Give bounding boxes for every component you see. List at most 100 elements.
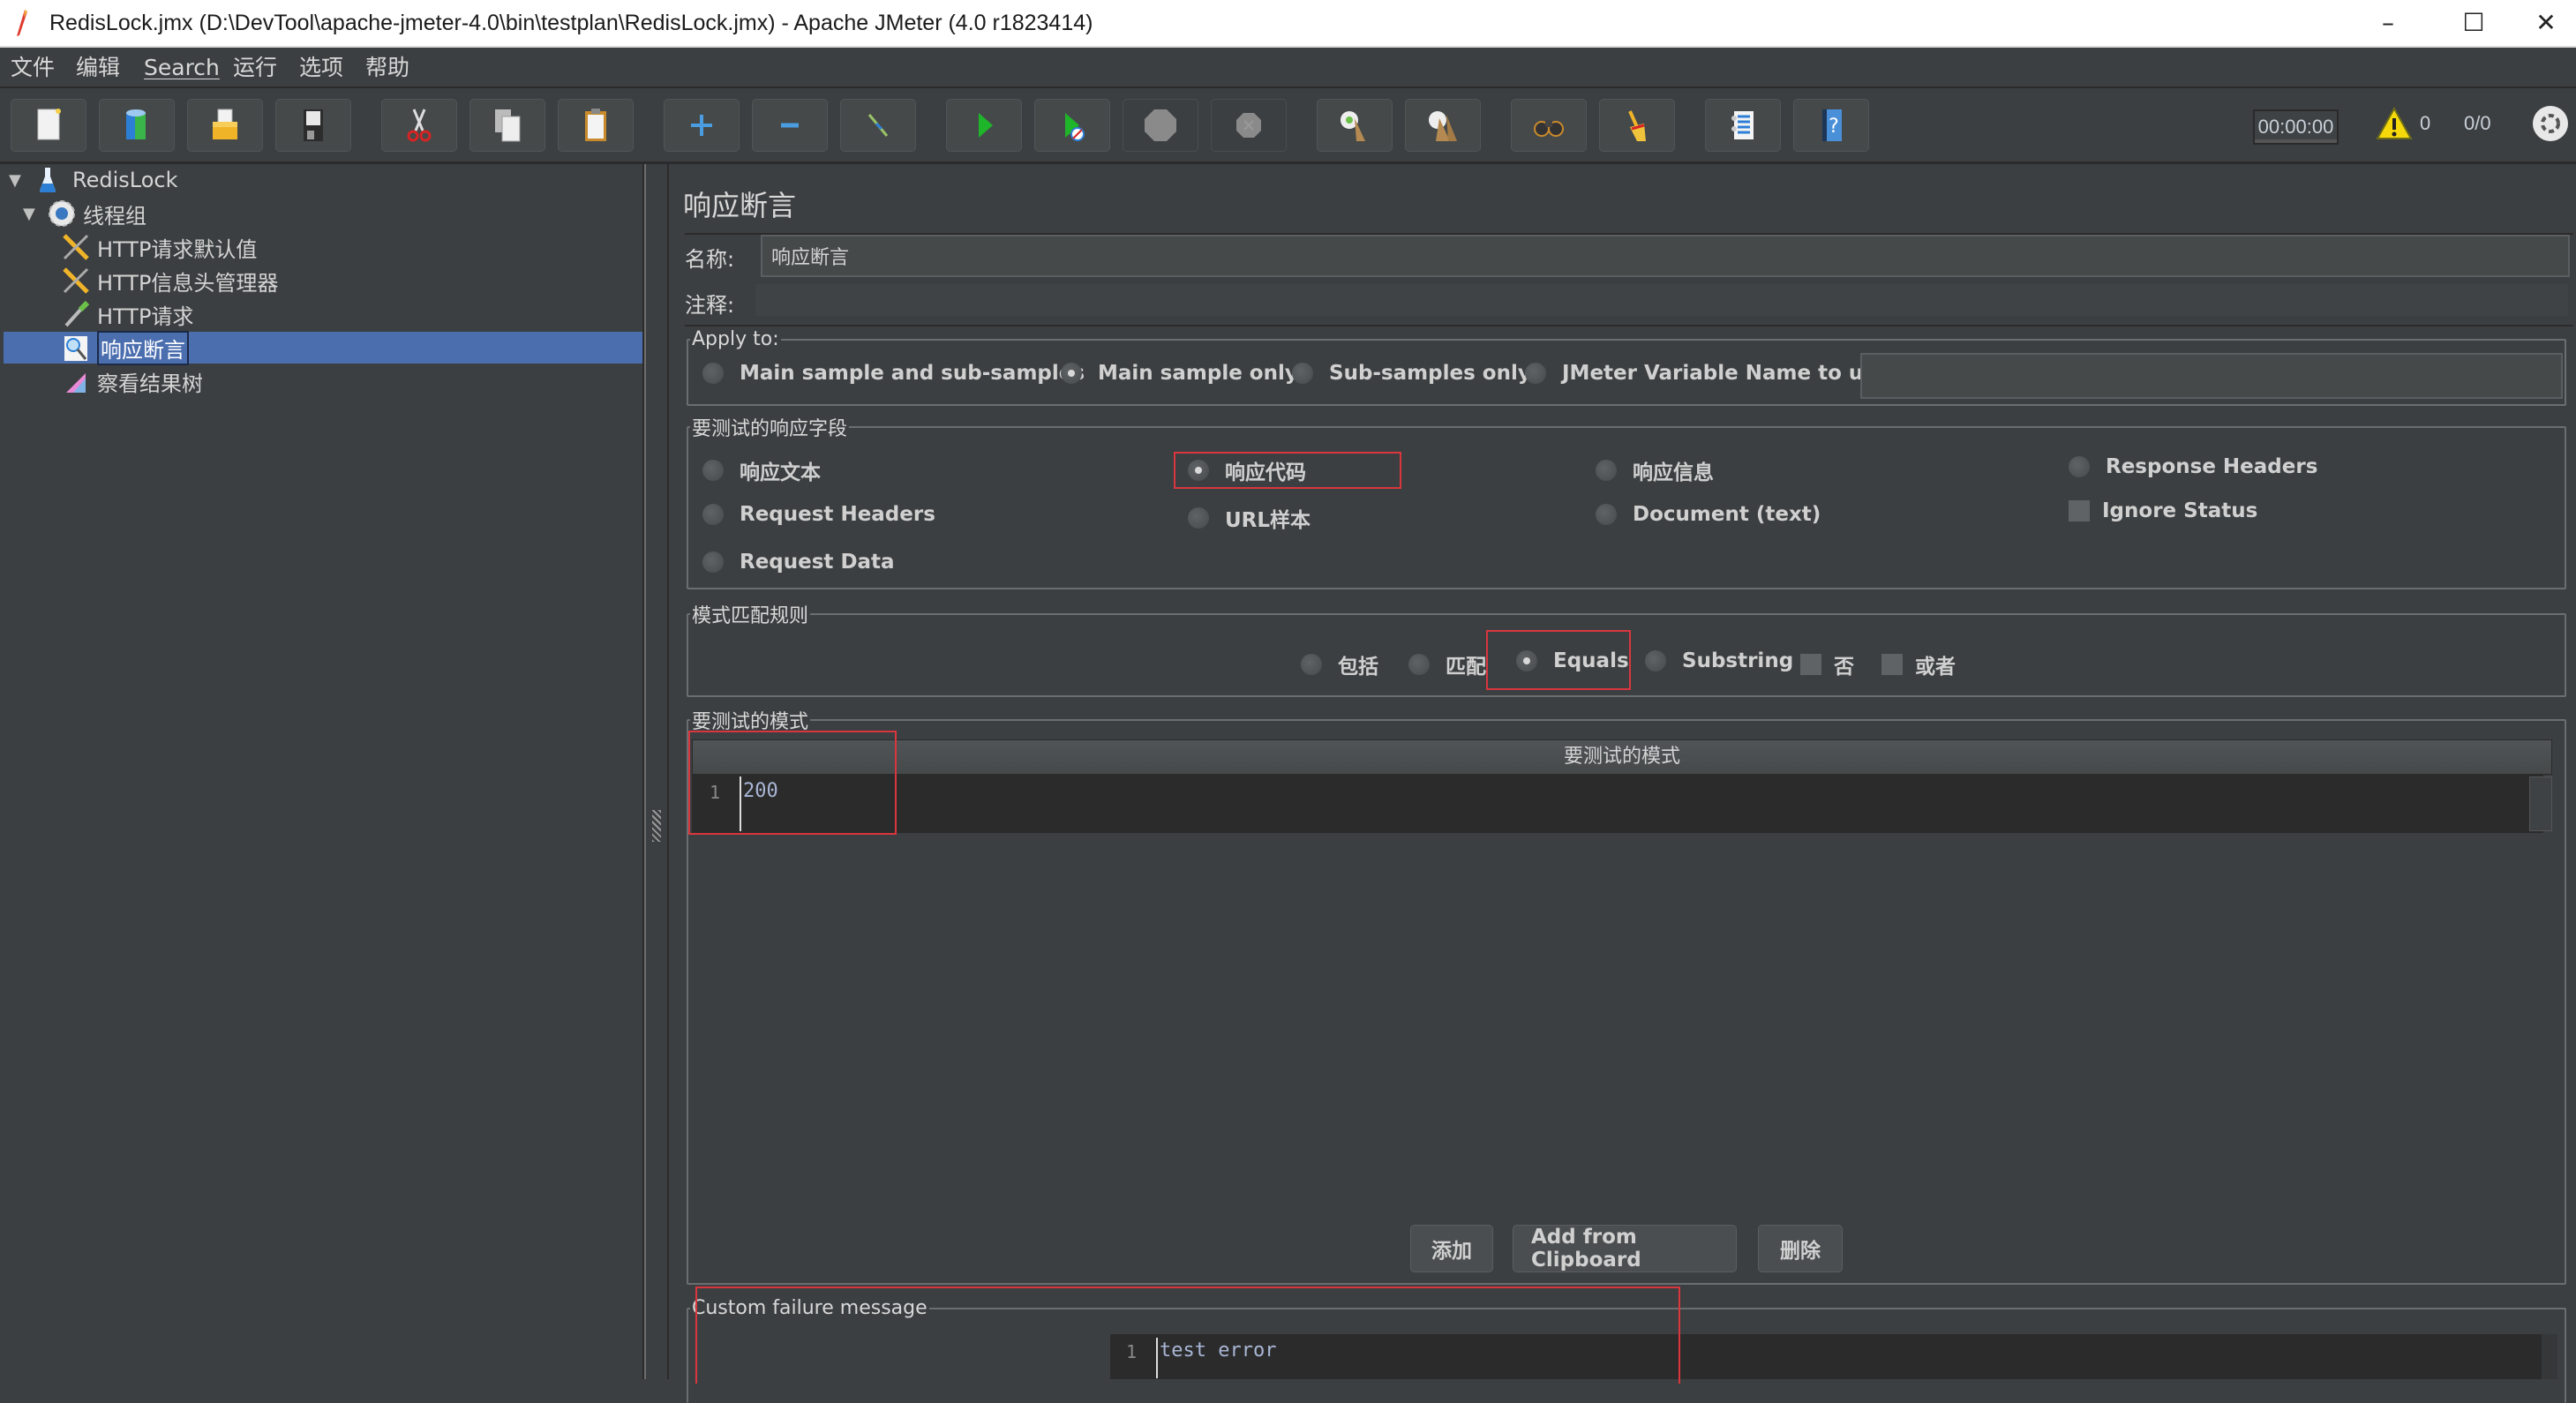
split-pane-divider[interactable]: [644, 164, 669, 1379]
radio-main-and-sub-samples[interactable]: Main sample and sub-samples: [702, 362, 1085, 385]
radio-matches[interactable]: 匹配: [1408, 649, 1486, 679]
radio-selected-icon[interactable]: [1061, 363, 1082, 384]
radio-icon[interactable]: [702, 363, 724, 384]
comments-label: 注释:: [685, 293, 735, 318]
tree-item-label: HTTP请求默认值: [97, 236, 258, 262]
shutdown-button[interactable]: [1211, 99, 1287, 152]
stop-button[interactable]: [1123, 99, 1198, 152]
close-button[interactable]: ✕: [2520, 5, 2572, 41]
response-assertion-panel: 响应断言 名称: 响应断言 注释: Apply to: Main sample …: [671, 164, 2576, 1403]
page-title: 响应断言: [683, 189, 797, 222]
patterns-table-header[interactable]: 要测试的模式: [692, 739, 2552, 775]
copy-button[interactable]: [469, 99, 545, 152]
failure-message-value[interactable]: test error: [1160, 1339, 1276, 1362]
menu-run[interactable]: 运行: [233, 55, 277, 81]
radio-icon[interactable]: [1596, 504, 1617, 525]
function-helper-button[interactable]: [1705, 99, 1781, 152]
radio-selected-icon[interactable]: [1516, 650, 1537, 671]
or-checkbox[interactable]: 或者: [1881, 649, 1956, 679]
radio-icon[interactable]: [1301, 654, 1322, 675]
radio-icon[interactable]: [702, 551, 724, 573]
expand-arrow-icon[interactable]: ▼: [23, 205, 44, 223]
table-scrollbar[interactable]: [2529, 777, 2552, 831]
delete-button[interactable]: 删除: [1758, 1225, 1843, 1272]
radio-contains[interactable]: 包括: [1301, 649, 1378, 679]
radio-substring[interactable]: Substring: [1645, 649, 1793, 672]
start-button[interactable]: [946, 99, 1022, 152]
failure-message-editor[interactable]: [1110, 1334, 2557, 1379]
radio-response-code[interactable]: 响应代码: [1188, 455, 1306, 485]
tree-item-label: RedisLock: [72, 168, 178, 192]
radio-response-text[interactable]: 响应文本: [702, 455, 821, 485]
checkbox-icon[interactable]: [1800, 654, 1821, 675]
radio-equals[interactable]: Equals: [1516, 649, 1629, 672]
maximize-button[interactable]: ☐: [2447, 5, 2500, 41]
pattern-matching-group: 模式匹配规则: [687, 600, 2566, 697]
name-input[interactable]: 响应断言: [761, 235, 2570, 277]
tree-item-response-assertion[interactable]: 响应断言: [4, 330, 642, 365]
radio-icon[interactable]: [1525, 363, 1546, 384]
checkbox-icon[interactable]: [2069, 500, 2090, 521]
add-button[interactable]: 添加: [1410, 1225, 1493, 1272]
templates-button[interactable]: [99, 99, 175, 152]
radio-response-message[interactable]: 响应信息: [1596, 455, 1714, 485]
comments-input[interactable]: [754, 282, 2570, 318]
radio-main-sample-only[interactable]: Main sample only: [1061, 362, 1298, 385]
clear-all-button[interactable]: [1405, 99, 1481, 152]
tree-item-header-manager[interactable]: HTTP信息头管理器: [58, 265, 644, 296]
jmeter-variable-input[interactable]: [1860, 353, 2563, 399]
radio-response-headers[interactable]: Response Headers: [2069, 455, 2317, 478]
toggle-button[interactable]: [840, 99, 916, 152]
radio-request-data[interactable]: Request Data: [702, 551, 895, 574]
collapse-all-button[interactable]: [752, 99, 828, 152]
pattern-value[interactable]: 200: [743, 780, 778, 802]
patterns-table-row[interactable]: [692, 775, 2543, 833]
radio-jmeter-variable[interactable]: JMeter Variable Name to use: [1525, 362, 1889, 385]
radio-icon[interactable]: [1645, 650, 1666, 671]
add-from-clipboard-button[interactable]: Add from Clipboard: [1513, 1225, 1737, 1272]
expand-arrow-icon[interactable]: ▼: [9, 171, 30, 190]
cut-button[interactable]: [381, 99, 457, 152]
not-checkbox[interactable]: 否: [1800, 649, 1854, 679]
start-no-pauses-button[interactable]: [1034, 99, 1110, 152]
help-button[interactable]: ?: [1793, 99, 1869, 152]
radio-icon[interactable]: [2069, 456, 2090, 477]
splitter-grip-icon[interactable]: [652, 810, 661, 842]
tree-item-http-request[interactable]: HTTP请求: [58, 298, 644, 330]
paste-button[interactable]: [558, 99, 634, 152]
search-button[interactable]: [1511, 99, 1587, 152]
tree-item-view-results-tree[interactable]: 察看结果树: [58, 365, 644, 397]
menu-help[interactable]: 帮助: [365, 55, 409, 81]
clear-button[interactable]: [1317, 99, 1393, 152]
radio-icon[interactable]: [1596, 460, 1617, 481]
radio-sub-samples-only[interactable]: Sub-samples only: [1292, 362, 1531, 385]
minimize-button[interactable]: –: [2362, 5, 2415, 41]
response-field-group: 要测试的响应字段: [687, 413, 2566, 589]
radio-icon[interactable]: [1188, 507, 1209, 529]
radio-icon[interactable]: [1292, 363, 1313, 384]
menu-options[interactable]: 选项: [299, 55, 343, 81]
radio-document-text[interactable]: Document (text): [1596, 503, 1821, 526]
new-button[interactable]: [11, 99, 86, 152]
menu-file[interactable]: 文件: [11, 55, 55, 81]
menu-edit[interactable]: 编辑: [76, 55, 120, 81]
remote-status-icon: [2533, 106, 2568, 141]
tree-item-http-defaults[interactable]: HTTP请求默认值: [58, 231, 644, 263]
checkbox-icon[interactable]: [1881, 654, 1903, 675]
tree-item-thread-group[interactable]: ▼ 线程组: [23, 198, 644, 229]
save-button[interactable]: [275, 99, 351, 152]
radio-icon[interactable]: [702, 504, 724, 525]
radio-request-headers[interactable]: Request Headers: [702, 503, 935, 526]
ignore-status-checkbox[interactable]: Ignore Status: [2069, 499, 2257, 522]
warning-icon[interactable]: [2376, 106, 2413, 141]
tree-item-test-plan[interactable]: ▼ RedisLock: [9, 164, 644, 196]
radio-icon[interactable]: [702, 460, 724, 481]
open-button[interactable]: [187, 99, 263, 152]
line-number: 1: [710, 782, 721, 803]
radio-url-sample[interactable]: URL样本: [1188, 503, 1311, 533]
radio-icon[interactable]: [1408, 654, 1430, 675]
menu-search[interactable]: Search: [144, 55, 220, 81]
expand-all-button[interactable]: [664, 99, 740, 152]
radio-selected-icon[interactable]: [1188, 460, 1209, 481]
reset-search-button[interactable]: [1599, 99, 1675, 152]
